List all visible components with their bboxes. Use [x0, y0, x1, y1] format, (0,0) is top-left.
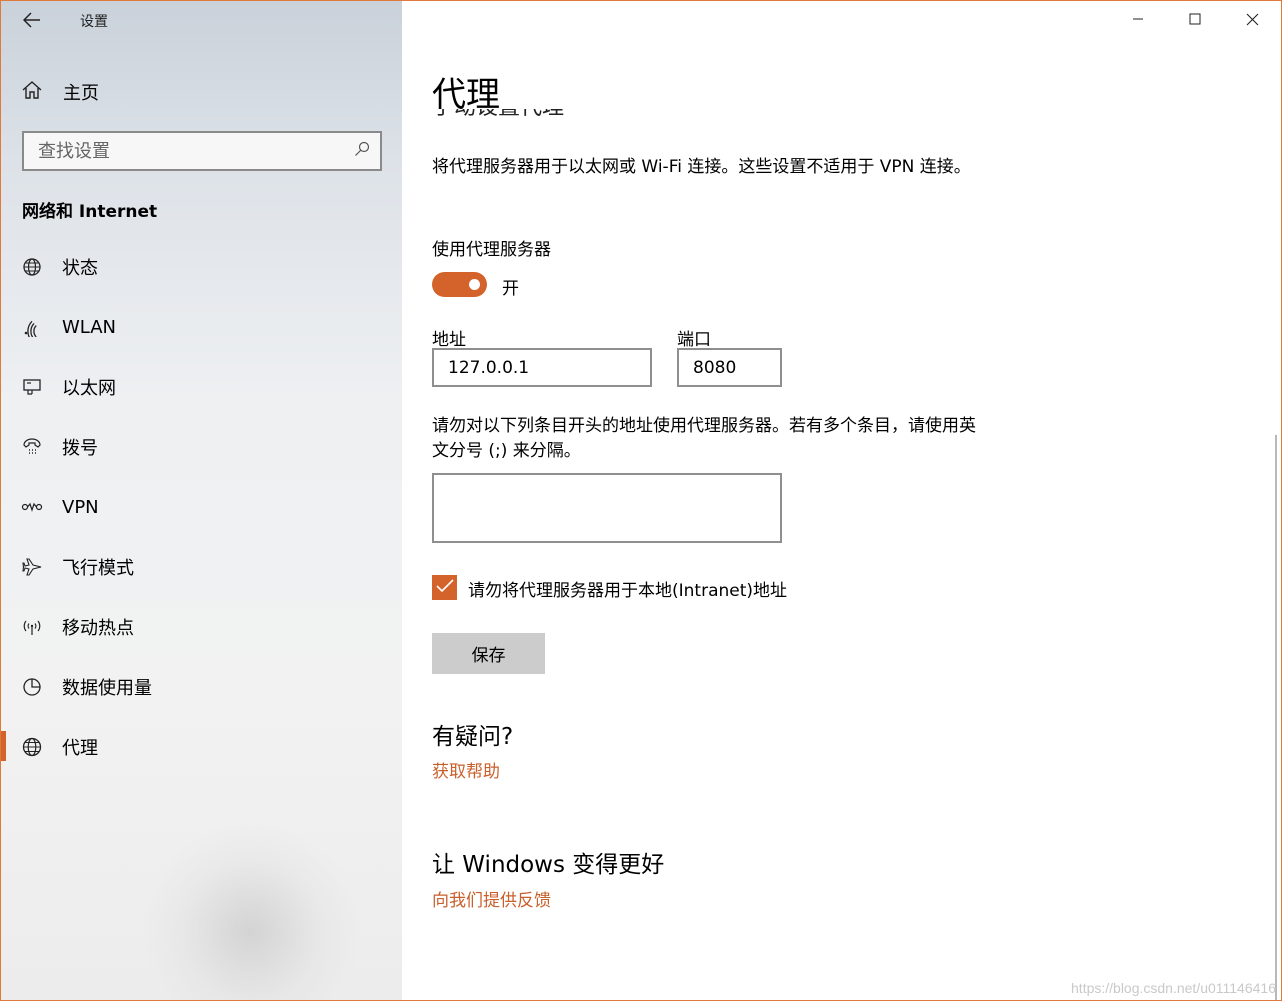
- feedback-link[interactable]: 向我们提供反馈: [432, 886, 551, 911]
- address-label: 地址: [432, 330, 466, 350]
- sidebar-item-ethernet[interactable]: 以太网: [1, 367, 402, 407]
- back-arrow-icon: [22, 9, 41, 33]
- port-field[interactable]: [677, 348, 782, 387]
- sidebar-item-label: 代理: [62, 738, 98, 759]
- sidebar-item-status[interactable]: 状态: [1, 247, 402, 287]
- sidebar-item-label: 移动热点: [62, 618, 134, 639]
- sidebar-item-proxy[interactable]: 代理: [1, 727, 402, 767]
- manual-proxy-heading: 手动设置代理: [432, 109, 564, 123]
- watermark: https://blog.csdn.net/u011146416: [1071, 980, 1276, 996]
- search-icon[interactable]: [354, 141, 370, 161]
- sidebar-item-airplane[interactable]: 飞行模式: [1, 547, 402, 587]
- local-bypass-label: 请勿将代理服务器用于本地(Intranet)地址: [468, 581, 788, 601]
- wifi-icon: [21, 316, 43, 338]
- app-title: 设置: [80, 14, 108, 30]
- sidebar: 设置 主页 网络和 Internet 状态 WLAN: [1, 1, 402, 1000]
- checkmark-icon: [435, 578, 454, 597]
- sidebar-item-label: 状态: [62, 258, 98, 279]
- hotspot-icon: [21, 616, 43, 638]
- sidebar-item-vpn[interactable]: VPN: [1, 487, 402, 527]
- port-label: 端口: [677, 330, 711, 350]
- globe-icon: [21, 736, 43, 758]
- sidebar-item-label: VPN: [62, 496, 99, 518]
- maximize-button[interactable]: [1172, 7, 1218, 35]
- local-bypass-checkbox[interactable]: [432, 575, 457, 600]
- sidebar-item-label: 飞行模式: [62, 558, 134, 579]
- home-icon: [21, 79, 43, 105]
- sidebar-item-wlan[interactable]: WLAN: [1, 307, 402, 347]
- data-usage-icon: [21, 676, 43, 698]
- vpn-icon: [21, 496, 43, 518]
- manual-proxy-heading-text: 手动设置代理: [432, 109, 564, 120]
- home-nav-item[interactable]: 主页: [21, 79, 99, 105]
- search-box[interactable]: [22, 131, 382, 171]
- airplane-icon: [21, 556, 43, 578]
- minimize-icon: [1132, 13, 1144, 29]
- scrollbar[interactable]: [1275, 435, 1277, 1000]
- address-field[interactable]: [432, 348, 652, 387]
- close-icon: [1246, 13, 1259, 30]
- close-button[interactable]: [1229, 7, 1275, 35]
- minimize-button[interactable]: [1115, 7, 1161, 35]
- sidebar-item-label: 数据使用量: [62, 678, 152, 699]
- main-content: 代理 手动设置代理 将代理服务器用于以太网或 Wi-Fi 连接。这些设置不适用于…: [402, 1, 1281, 1000]
- use-proxy-toggle[interactable]: [432, 272, 487, 297]
- toggle-knob: [469, 279, 480, 290]
- proxy-description: 将代理服务器用于以太网或 Wi-Fi 连接。这些设置不适用于 VPN 连接。: [432, 157, 971, 177]
- sidebar-item-data-usage[interactable]: 数据使用量: [1, 667, 402, 707]
- dialup-icon: [21, 436, 43, 458]
- save-button[interactable]: 保存: [432, 633, 545, 674]
- maximize-icon: [1189, 13, 1201, 29]
- home-label: 主页: [63, 83, 99, 104]
- exceptions-description: 请勿对以下列条目开头的地址使用代理服务器。若有多个条目，请使用英文分号 (;) …: [432, 416, 976, 461]
- questions-heading: 有疑问?: [432, 724, 514, 750]
- get-help-link[interactable]: 获取帮助: [432, 757, 500, 782]
- toggle-state-label: 开: [502, 279, 519, 299]
- settings-window: 设置 主页 网络和 Internet 状态 WLAN: [0, 0, 1282, 1001]
- ethernet-icon: [21, 376, 43, 398]
- status-globe-icon: [21, 256, 43, 278]
- back-button[interactable]: [19, 9, 45, 33]
- search-input[interactable]: [38, 140, 354, 162]
- exceptions-field[interactable]: [432, 473, 782, 543]
- sidebar-item-hotspot[interactable]: 移动热点: [1, 607, 402, 647]
- sidebar-item-label: WLAN: [62, 316, 117, 338]
- sidebar-item-label: 以太网: [62, 378, 116, 399]
- use-proxy-label: 使用代理服务器: [432, 240, 551, 260]
- sidebar-item-label: 拨号: [62, 438, 98, 459]
- sidebar-item-dialup[interactable]: 拨号: [1, 427, 402, 467]
- section-title: 网络和 Internet: [22, 202, 158, 222]
- feedback-heading: 让 Windows 变得更好: [432, 852, 665, 878]
